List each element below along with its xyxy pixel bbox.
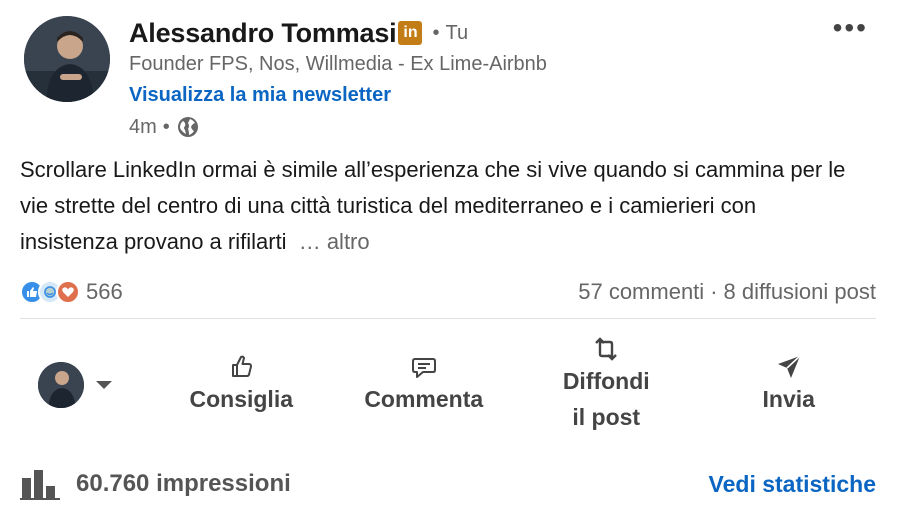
divider [20,318,876,319]
analytics-footer: 60.760 impressioni Vedi statistiche [20,462,876,506]
post-text: Scrollare LinkedIn ormai è simile all’es… [20,152,860,260]
author-name[interactable]: Alessandro Tommasi [129,18,397,49]
author-headline: Founder FPS, Nos, Willmedia - Ex Lime-Ai… [129,53,547,75]
globe-icon [177,117,198,137]
repost-label-line1: Diffondi [562,368,650,394]
thumbs-up-icon [232,355,253,377]
send-label: Invia [762,386,815,412]
user-avatar [38,362,84,408]
like-button[interactable]: Consiglia [150,353,333,417]
social-activity: 57 commenti · 8 diffusioni post [578,279,876,305]
send-icon [777,355,801,378]
comment-button[interactable]: Commenta [333,353,516,417]
linkedin-premium-badge-icon: in [398,21,423,45]
repost-label-line2: il post [572,404,641,430]
like-label: Consiglia [189,386,293,412]
post-time: 4m [129,115,157,138]
bar-chart-icon [20,470,60,500]
impressions-count: 60.760 impressioni [76,470,291,497]
newsletter-link[interactable]: Visualizza la mia newsletter [129,84,391,107]
react-as-selector[interactable] [20,362,150,408]
separator-dot: · [710,279,718,304]
view-insights-link[interactable]: Vedi statistiche [709,471,876,498]
more-options-icon[interactable]: ••• [833,14,868,42]
post-text-content: Scrollare LinkedIn ormai è simile all’es… [20,157,846,254]
author-info: Alessandro Tommasi in • Tu Founder FPS, … [129,16,880,139]
author-avatar[interactable] [24,16,110,102]
author-name-row: Alessandro Tommasi in • Tu [129,16,880,50]
separator-dot: • [162,115,170,138]
action-bar: Consiglia Commenta Diffondi il post Invi… [20,330,880,440]
reactions-summary[interactable]: 566 [20,279,123,305]
comments-count[interactable]: 57 commenti [578,279,704,305]
social-counts: 566 57 commenti · 8 diffusioni post [20,272,876,312]
love-reaction-icon [56,280,80,304]
repost-button[interactable]: Diffondi il post [515,335,698,435]
repost-icon [595,337,618,361]
chevron-down-icon [96,381,112,389]
see-more-link[interactable]: … altro [299,229,370,254]
author-photo [24,16,110,102]
comment-label: Commenta [364,386,484,412]
reposts-count[interactable]: 8 diffusioni post [724,279,876,305]
send-button[interactable]: Invia [698,353,881,417]
separator-dot: • [432,21,440,44]
post-meta: 4m • [129,115,880,139]
comment-icon [411,358,436,378]
connection-degree: Tu [445,21,469,44]
reaction-count: 566 [86,279,123,304]
post-header: Alessandro Tommasi in • Tu Founder FPS, … [24,14,880,140]
